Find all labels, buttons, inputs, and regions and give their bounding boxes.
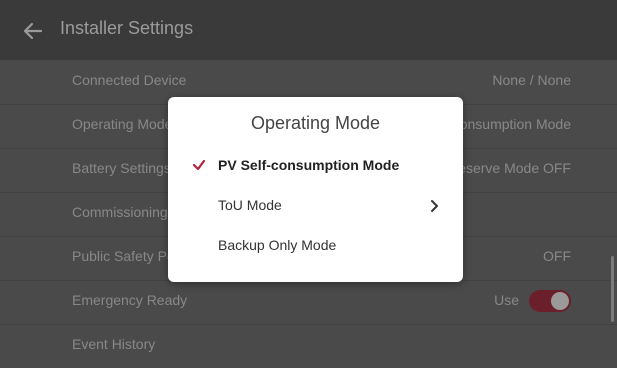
emergency-ready-toggle[interactable]: [529, 290, 571, 312]
row-label: Emergency Ready: [72, 292, 188, 308]
row-value: Reserve Mode OFF: [448, 160, 571, 176]
row-value: OFF: [543, 248, 571, 264]
toggle-knob: [551, 292, 569, 310]
back-arrow-icon[interactable]: [22, 20, 44, 42]
option-tou-mode[interactable]: ToU Mode: [168, 191, 463, 221]
row-emergency-ready[interactable]: Emergency Ready Use: [0, 280, 617, 325]
dialog-title: Operating Mode: [250, 113, 381, 133]
row-label: Connected Device: [72, 72, 187, 88]
page-title: Installer Settings: [60, 18, 194, 38]
row-event-history[interactable]: Event History: [0, 324, 617, 368]
row-value: None / None: [492, 72, 571, 88]
option-label: Backup Only Mode: [218, 237, 337, 253]
option-pv-self-consumption[interactable]: PV Self-consumption Mode: [168, 151, 463, 181]
chevron-right-icon: [431, 200, 438, 212]
option-label: ToU Mode: [218, 197, 282, 213]
operating-mode-dialog: Operating Mode PV Self-consumption Mode …: [168, 97, 463, 282]
app-header: Installer Settings: [0, 0, 617, 60]
row-label: Operating Mode: [72, 116, 173, 132]
option-backup-only[interactable]: Backup Only Mode: [168, 231, 463, 261]
check-icon: [192, 159, 206, 171]
row-label: Event History: [72, 336, 156, 352]
row-label: Commissioning: [72, 204, 168, 220]
option-label: PV Self-consumption Mode: [218, 157, 400, 173]
row-label: Battery Settings: [72, 160, 171, 176]
toggle-label: Use: [494, 292, 519, 308]
scrollbar[interactable]: [611, 256, 614, 322]
